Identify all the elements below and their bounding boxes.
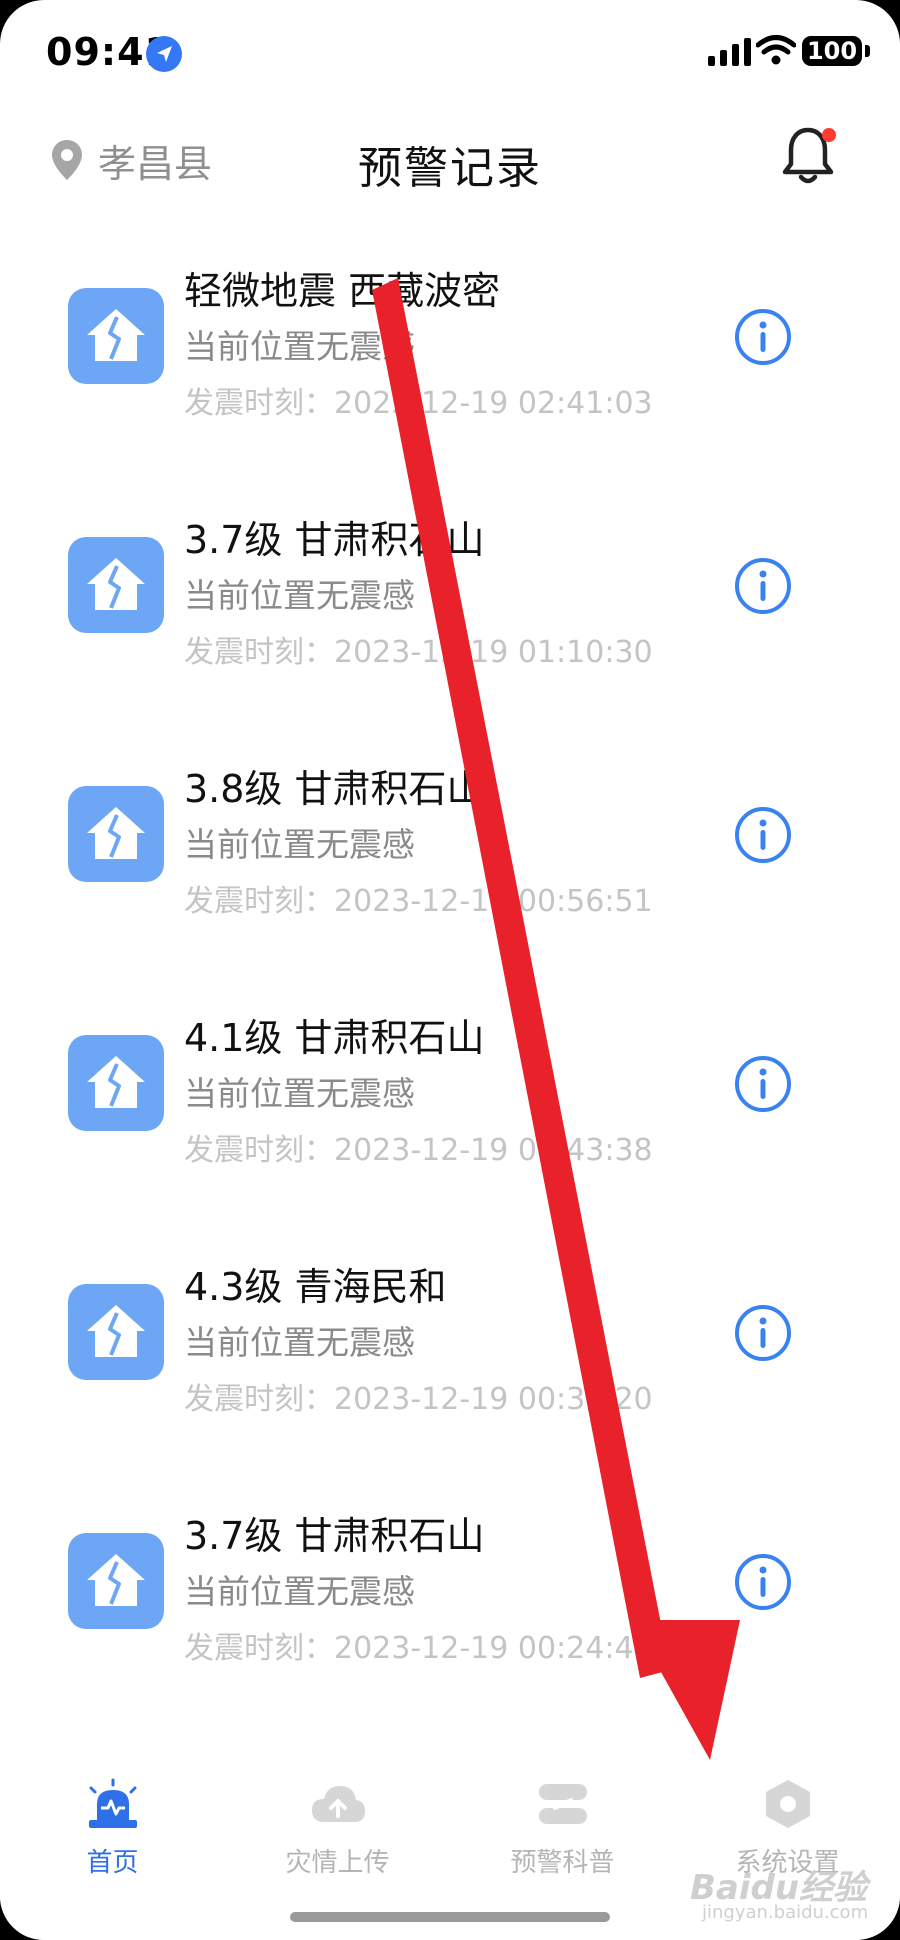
record-title: 4.1级 甘肃积石山 — [184, 1016, 485, 1060]
record-time: 发震时刻：2023-12-19 00:24:49 — [184, 1631, 653, 1666]
info-icon[interactable] — [734, 308, 792, 366]
earthquake-house-icon — [68, 786, 164, 882]
page-header: 孝昌县 预警记录 — [0, 110, 900, 210]
earthquake-house-icon — [68, 1533, 164, 1629]
home-indicator[interactable] — [290, 1912, 610, 1922]
record-subtitle: 当前位置无震感 — [184, 327, 415, 366]
record-time: 发震时刻：2023-12-19 02:41:03 — [184, 386, 653, 421]
warning-record-list[interactable]: 轻微地震 西藏波密 当前位置无震感 发震时刻：2023-12-19 02:41:… — [0, 248, 900, 1758]
record-item[interactable]: 3.8级 甘肃积石山 当前位置无震感 发震时刻：2023-12-19 00:56… — [0, 746, 900, 995]
record-title: 3.7级 甘肃积石山 — [184, 518, 485, 562]
earthquake-house-icon — [68, 288, 164, 384]
record-subtitle: 当前位置无震感 — [184, 1074, 415, 1113]
record-item[interactable]: 3.7级 甘肃积石山 当前位置无震感 发震时刻：2023-12-19 01:10… — [0, 497, 900, 746]
wifi-icon — [756, 35, 796, 65]
info-icon[interactable] — [734, 1055, 792, 1113]
info-icon[interactable] — [734, 806, 792, 864]
battery-icon: 100 — [802, 36, 862, 66]
record-time: 发震时刻：2023-12-19 00:36:20 — [184, 1382, 653, 1417]
record-subtitle: 当前位置无震感 — [184, 576, 415, 615]
tab-upload[interactable]: 灾情上传 — [225, 1778, 450, 1879]
battery-cap — [865, 45, 870, 57]
record-item[interactable]: 4.3级 青海民和 当前位置无震感 发震时刻：2023-12-19 00:36:… — [0, 1244, 900, 1493]
tab-upload-label: 灾情上传 — [285, 1848, 390, 1878]
page-title: 预警记录 — [358, 143, 542, 194]
record-subtitle: 当前位置无震感 — [184, 1572, 415, 1611]
cloud-upload-icon — [311, 1786, 365, 1822]
tab-science-label: 预警科普 — [510, 1848, 615, 1878]
record-item[interactable]: 3.7级 甘肃积石山 当前位置无震感 发震时刻：2023-12-19 00:24… — [0, 1493, 900, 1742]
app-screen: 09:41 100 孝昌县 预警记录 轻微地震 西藏波密 当前位置无震感 发震时… — [0, 0, 900, 1940]
earthquake-house-icon — [68, 1284, 164, 1380]
watermark-url: jingyan.baidu.com — [702, 1902, 869, 1923]
info-icon[interactable] — [734, 1553, 792, 1611]
signal-icon — [708, 38, 751, 66]
record-title: 3.8级 甘肃积石山 — [184, 767, 485, 811]
layers-icon — [538, 1784, 587, 1824]
notification-badge — [822, 128, 836, 142]
record-title: 4.3级 青海民和 — [184, 1265, 447, 1309]
earthquake-house-icon — [68, 537, 164, 633]
location-arrow-icon — [146, 36, 182, 72]
record-item[interactable]: 轻微地震 西藏波密 当前位置无震感 发震时刻：2023-12-19 02:41:… — [0, 248, 900, 497]
record-title: 轻微地震 西藏波密 — [184, 269, 501, 313]
tab-home-label: 首页 — [86, 1848, 139, 1878]
tab-science[interactable]: 预警科普 — [450, 1778, 675, 1879]
record-subtitle: 当前位置无震感 — [184, 1323, 415, 1362]
earthquake-house-icon — [68, 1035, 164, 1131]
alarm-siren-icon — [88, 1778, 137, 1828]
tab-home[interactable]: 首页 — [0, 1778, 225, 1879]
record-time: 发震时刻：2023-12-19 00:43:38 — [184, 1133, 653, 1168]
record-subtitle: 当前位置无震感 — [184, 825, 415, 864]
record-time: 发震时刻：2023-12-19 01:10:30 — [184, 635, 653, 670]
record-title: 3.7级 甘肃积石山 — [184, 1514, 485, 1558]
info-icon[interactable] — [734, 1304, 792, 1362]
info-icon[interactable] — [734, 557, 792, 615]
hexagon-settings-icon — [765, 1780, 810, 1828]
status-bar: 09:41 100 — [0, 0, 900, 110]
record-time: 发震时刻：2023-12-19 00:56:51 — [184, 884, 653, 919]
record-item[interactable]: 4.1级 甘肃积石山 当前位置无震感 发震时刻：2023-12-19 00:43… — [0, 995, 900, 1244]
